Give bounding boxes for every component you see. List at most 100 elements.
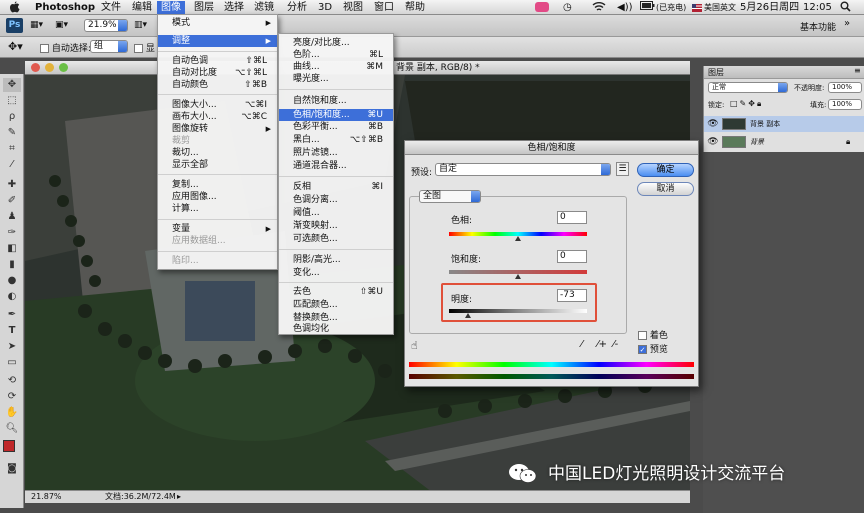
marquee-tool-icon[interactable]: ⬚ <box>3 94 21 108</box>
menu-image[interactable]: 图像 <box>157 1 185 14</box>
menu-item-reveal-all[interactable]: 显示全部 <box>158 159 277 171</box>
crop-tool-icon[interactable]: ⌗ <box>3 142 21 156</box>
colorize-check[interactable] <box>638 331 647 340</box>
preset-select[interactable]: 自定 <box>435 163 611 176</box>
saturation-slider-thumb[interactable] <box>515 274 521 279</box>
show-transform-checkbox[interactable]: 显 <box>134 41 155 54</box>
layer-row-background[interactable]: 👁︎ 背景 🔒︎ <box>704 134 864 150</box>
blend-mode-select[interactable]: 正常 <box>708 82 788 93</box>
menu-item-shadows-highlights[interactable]: 阴影/高光... <box>279 254 393 266</box>
menu-filter[interactable]: 滤镜 <box>254 1 274 14</box>
eraser-tool-icon[interactable]: ◧ <box>3 242 21 256</box>
volume-icon[interactable]: ◀)) <box>617 1 633 14</box>
gradient-tool-icon[interactable]: ▮ <box>3 258 21 272</box>
bridge-icon[interactable]: ▦▾ <box>30 20 43 30</box>
menu-layer[interactable]: 图层 <box>194 1 214 14</box>
menu-item-posterize[interactable]: 色调分离... <box>279 194 393 206</box>
history-brush-tool-icon[interactable]: ✑ <box>3 226 21 240</box>
eyedropper-tool-icon[interactable]: ⁄ <box>3 158 21 172</box>
brush-tool-icon[interactable]: ✐ <box>3 194 21 208</box>
colorize-checkbox[interactable]: 着色 <box>638 328 668 341</box>
wifi-icon[interactable] <box>592 1 606 16</box>
timemachine-icon[interactable]: ◷ <box>563 1 572 14</box>
eyedropper-icon[interactable]: ⁄ <box>581 339 583 350</box>
menu-item-gradient-map[interactable]: 渐变映射... <box>279 220 393 232</box>
preview-checkbox[interactable]: ✓ 预览 <box>638 342 668 355</box>
menu-item-trim[interactable]: 裁切... <box>158 147 277 159</box>
menu-item-threshold[interactable]: 阈值... <box>279 207 393 219</box>
menu-item-black-white[interactable]: 黑白... ⌥⇧⌘B <box>279 134 393 146</box>
menu-help[interactable]: 帮助 <box>405 1 425 14</box>
menu-item-image-rotation[interactable]: 图像旋转 ▶ <box>158 123 277 135</box>
auto-select-checkbox[interactable]: 自动选择: <box>40 41 91 54</box>
menu-item-selective-color[interactable]: 可选颜色... <box>279 233 393 245</box>
auto-select-target[interactable]: 组 <box>90 40 128 53</box>
chevron-right-icon[interactable]: » <box>844 18 850 29</box>
menu-item-variations[interactable]: 变化... <box>279 267 393 279</box>
channel-select[interactable]: 全图 <box>419 190 481 203</box>
menu-item-auto-tone[interactable]: 自动色调 ⇧⌘L <box>158 55 277 67</box>
input-method[interactable]: 美国英文 <box>704 1 736 14</box>
path-select-tool-icon[interactable]: ➤ <box>3 340 21 354</box>
type-tool-icon[interactable]: T <box>3 324 21 338</box>
menu-item-invert[interactable]: 反相 ⌘I <box>279 181 393 193</box>
zoom-level[interactable]: 21.87% <box>31 491 62 503</box>
menu-select[interactable]: 选择 <box>224 1 244 14</box>
menu-item-variables[interactable]: 变量 ▶ <box>158 223 277 235</box>
layer-name[interactable]: 背景 <box>750 134 764 150</box>
menu-item-vibrance[interactable]: 自然饱和度... <box>279 95 393 107</box>
healing-tool-icon[interactable]: ✚ <box>3 178 21 192</box>
spotlight-icon[interactable] <box>840 1 851 16</box>
zoom-tool-icon[interactable]: 🔍︎ <box>3 422 21 436</box>
hand-tool-icon[interactable]: ✋ <box>3 406 21 420</box>
visibility-eye-icon[interactable]: 👁︎ <box>707 116 719 132</box>
menu-item-auto-color[interactable]: 自动颜色 ⇧⌘B <box>158 79 277 91</box>
fill-field[interactable]: 100% <box>828 99 862 110</box>
quick-select-tool-icon[interactable]: ✎ <box>3 126 21 140</box>
menu-item-desaturate[interactable]: 去色 ⇧⌘U <box>279 286 393 298</box>
menu-item-adjustments[interactable]: 调整 ▶ <box>158 35 277 47</box>
preview-check[interactable]: ✓ <box>638 345 647 354</box>
close-window-icon[interactable] <box>31 63 40 72</box>
preset-options-icon[interactable]: ☰ <box>616 162 629 176</box>
menu-item-levels[interactable]: 色阶... ⌘L <box>279 49 393 61</box>
menu-3d[interactable]: 3D <box>318 1 332 14</box>
menu-item-match-color[interactable]: 匹配颜色... <box>279 299 393 311</box>
lasso-tool-icon[interactable]: ρ <box>3 110 21 124</box>
menu-item-equalize[interactable]: 色调均化 <box>279 323 393 335</box>
menu-item-calculations[interactable]: 计算... <box>158 203 277 215</box>
menu-item-exposure[interactable]: 曝光度... <box>279 73 393 85</box>
cancel-button[interactable]: 取消 <box>637 182 694 196</box>
lightness-slider-thumb[interactable] <box>465 313 471 318</box>
menu-view[interactable]: 视图 <box>343 1 363 14</box>
blur-tool-icon[interactable]: ● <box>3 274 21 288</box>
menu-item-duplicate[interactable]: 复制... <box>158 179 277 191</box>
dodge-tool-icon[interactable]: ◐ <box>3 290 21 304</box>
layer-name[interactable]: 背景 副本 <box>750 116 780 132</box>
3d-rotate-tool-icon[interactable]: ⟲ <box>3 374 21 388</box>
hue-input[interactable]: 0 <box>557 211 587 224</box>
menu-item-color-balance[interactable]: 色彩平衡... ⌘B <box>279 121 393 133</box>
menu-item-image-size[interactable]: 图像大小... ⌥⌘I <box>158 99 277 111</box>
show-transform-check[interactable] <box>134 44 143 53</box>
menu-edit[interactable]: 编辑 <box>132 1 152 14</box>
app-menu[interactable]: Photoshop <box>35 1 95 14</box>
foreground-color-swatch[interactable] <box>3 440 15 452</box>
stamp-tool-icon[interactable]: ♟ <box>3 210 21 224</box>
quick-mask-icon[interactable]: ◙ <box>3 462 21 476</box>
menu-item-mode[interactable]: 模式 ▶ <box>158 17 277 29</box>
lightness-input[interactable]: -73 <box>557 289 587 302</box>
menu-item-curves[interactable]: 曲线... ⌘M <box>279 61 393 73</box>
menu-item-brightness-contrast[interactable]: 亮度/对比度... <box>279 37 393 49</box>
panel-menu-icon[interactable]: ≡ <box>854 66 861 75</box>
minibridge-icon[interactable]: ▣▾ <box>55 20 68 30</box>
lock-icons[interactable]: □✎✥🔒︎ <box>730 99 763 109</box>
menu-item-channel-mixer[interactable]: 通道混合器... <box>279 160 393 172</box>
auto-select-check[interactable] <box>40 44 49 53</box>
3d-orbit-tool-icon[interactable]: ⟳ <box>3 390 21 404</box>
visibility-eye-icon[interactable]: 👁︎ <box>707 134 719 150</box>
menu-item-hue-saturation[interactable]: 色相/饱和度... ⌘U <box>279 109 393 121</box>
menu-item-canvas-size[interactable]: 画布大小... ⌥⌘C <box>158 111 277 123</box>
pen-tool-icon[interactable]: ✒ <box>3 308 21 322</box>
move-tool-icon[interactable]: ✥ <box>3 78 21 92</box>
